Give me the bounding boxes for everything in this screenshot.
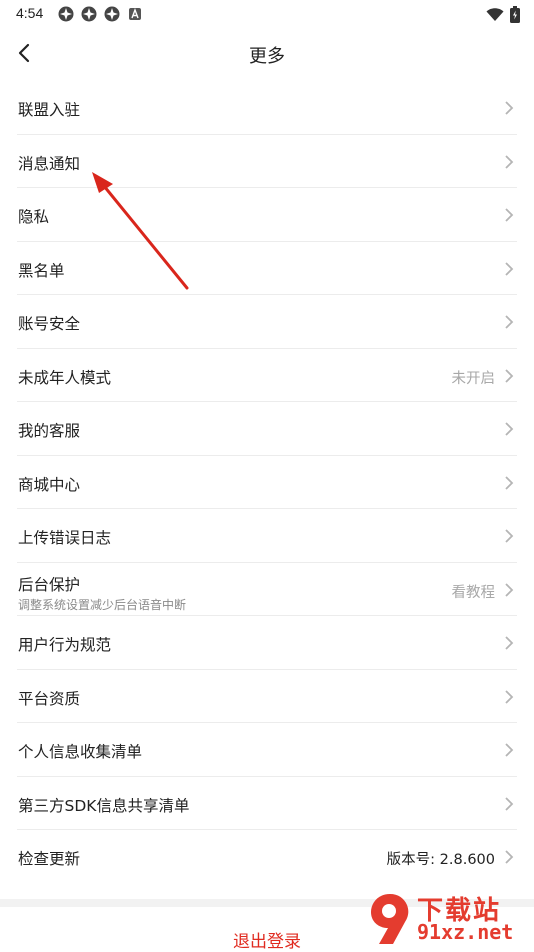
version-number: 版本号: 2.8.600 [386,852,495,868]
watermark: 下载站 91xz.net [359,888,534,950]
settings-item-label: 联盟入驻 [18,101,81,119]
settings-item-privacy[interactable]: 隐私 [17,188,517,242]
chevron-right-icon [505,475,514,490]
settings-item-third-party-sdk-list[interactable]: 第三方SDK信息共享清单 [17,777,517,830]
chevron-right-icon [505,315,514,329]
wifi-icon [486,7,504,21]
chevron-right-icon [505,850,514,864]
chevron-right-icon [505,422,514,436]
chevron-right-icon [505,796,514,811]
settings-item-label: 黑名单 [18,261,65,280]
battery-icon [510,6,520,23]
settings-item-label: 平台资质 [18,689,81,708]
chevron-right-icon [505,582,514,597]
settings-item-user-conduct[interactable]: 用户行为规范 [17,616,517,670]
status-bar: 4:54 [0,0,534,28]
chevron-right-icon [505,208,514,222]
settings-item-label: 上传错误日志 [18,529,112,547]
status-notification-icons [58,6,143,22]
settings-item-label: 后台保护 [18,575,81,594]
view-tutorial-link[interactable]: 看教程 [452,581,496,602]
settings-item-label: 我的客服 [18,422,81,440]
settings-item-subtitle: 调整系统设置减少后台语音中断 [18,597,187,612]
settings-item-label: 隐私 [18,208,50,226]
settings-item-minor-mode[interactable]: 未成年人模式 未开启 [17,349,517,402]
chevron-right-icon [505,101,514,115]
settings-item-label: 消息通知 [18,154,81,173]
nav-bar: 更多 [0,28,534,80]
watermark-logo-icon [371,894,409,944]
settings-item-check-update[interactable]: 检查更新 版本号: 2.8.600 [17,830,517,884]
watermark-url: 91xz.net [417,920,514,944]
minor-mode-status: 未开启 [451,370,496,387]
settings-item-label: 第三方SDK信息共享清单 [18,796,190,815]
app-notification-icon [104,6,120,22]
chevron-right-icon [505,368,514,383]
settings-item-blacklist[interactable]: 黑名单 [17,242,517,295]
settings-item-label: 商城中心 [18,475,81,494]
settings-item-notifications[interactable]: 消息通知 [17,135,517,188]
settings-item-platform-qualification[interactable]: 平台资质 [17,670,517,723]
settings-item-mall-center[interactable]: 商城中心 [17,456,517,509]
a-notification-icon [129,8,141,20]
settings-item-background-protection[interactable]: 后台保护 调整系统设置减少后台语音中断 看教程 [17,563,517,616]
chevron-right-icon [505,529,514,543]
settings-item-personal-info-list[interactable]: 个人信息收集清单 [17,723,517,777]
settings-item-label: 检查更新 [18,850,81,868]
settings-item-label: 个人信息收集清单 [18,743,143,761]
chevron-right-icon [505,743,514,757]
chevron-right-icon [505,636,514,650]
settings-item-label: 用户行为规范 [18,636,112,654]
app-notification-icon [58,6,74,22]
status-system-icons [486,6,520,23]
settings-item-alliance[interactable]: 联盟入驻 [17,81,517,135]
settings-list: 联盟入驻 消息通知 隐私 黑名单 账号安全 未成年人模式 未开启 我的客服 商城… [0,81,534,884]
chevron-right-icon [505,261,514,276]
settings-item-upload-error-log[interactable]: 上传错误日志 [17,509,517,563]
settings-item-label: 账号安全 [18,315,81,333]
chevron-right-icon [505,689,514,704]
status-time: 4:54 [16,5,44,21]
app-notification-icon [81,6,97,22]
chevron-right-icon [505,154,514,169]
settings-item-account-security[interactable]: 账号安全 [17,295,517,349]
settings-item-label: 未成年人模式 [18,368,112,387]
settings-item-customer-service[interactable]: 我的客服 [17,402,517,456]
page-title: 更多 [249,46,285,67]
